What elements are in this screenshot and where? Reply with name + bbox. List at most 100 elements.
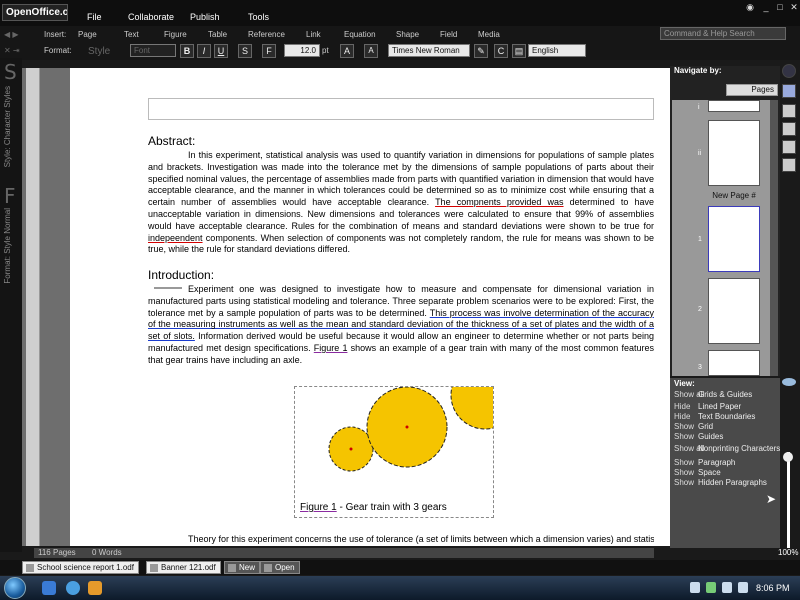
view-action[interactable]: Show [674, 478, 698, 487]
style-label[interactable]: Style [88, 46, 110, 57]
insert-reference[interactable]: Reference [248, 30, 285, 39]
font-label[interactable]: Font [130, 44, 176, 57]
format-style-label[interactable]: Format: Style Normal [3, 208, 12, 284]
lock-icon[interactable] [690, 582, 700, 593]
character-styles-label[interactable]: Style: Character Styles [3, 86, 12, 167]
caption-figure-link[interactable]: Figure 1 [300, 502, 337, 513]
view-row-text-boundaries[interactable]: Hide Text Boundaries [674, 412, 755, 421]
menu-collaborate[interactable]: Collaborate [128, 12, 174, 22]
network-icon[interactable] [706, 582, 716, 593]
new-page-label[interactable]: New Page # [708, 191, 760, 200]
figure-icon[interactable] [782, 158, 796, 172]
open-tab-button[interactable]: Open [260, 561, 300, 574]
browser-icon[interactable] [66, 581, 80, 595]
view-row-hidden-paragraphs[interactable]: Show Hidden Paragraphs [674, 478, 767, 487]
indent-button[interactable]: F [262, 44, 276, 58]
theory-paragraph[interactable]: Theory for this experiment concerns the … [188, 534, 654, 544]
intro-figure-link[interactable]: Figure 1 [314, 343, 348, 353]
help-icon[interactable]: ◉ [744, 2, 756, 13]
text-icon[interactable] [782, 104, 796, 118]
insert-page[interactable]: Page [78, 30, 97, 39]
highlight-icon[interactable]: ▤ [512, 44, 526, 58]
shrink-font-button[interactable]: A [364, 44, 378, 58]
page-thumbnail[interactable] [708, 350, 760, 376]
view-row-guides[interactable]: Show Guides [674, 432, 723, 441]
abstract-underline-1[interactable]: The compnents provided was [435, 197, 563, 207]
grow-font-button[interactable]: A [340, 44, 354, 58]
battery-icon[interactable] [722, 582, 732, 593]
underline-button[interactable]: U [214, 44, 228, 58]
view-action[interactable]: Show all [674, 444, 704, 453]
view-action[interactable]: Show [674, 458, 698, 467]
insert-field[interactable]: Field [440, 30, 457, 39]
view-action[interactable]: Hide [674, 412, 698, 421]
navigator-scrollbar[interactable] [770, 100, 778, 376]
view-title: View: [674, 379, 695, 388]
page-thumbnail[interactable] [708, 278, 760, 344]
insert-figure[interactable]: Figure [164, 30, 187, 39]
language-field[interactable]: English [528, 44, 586, 57]
abstract-underline-2[interactable]: indepeendent [148, 233, 203, 243]
view-action[interactable]: Show [674, 422, 698, 431]
color-icon[interactable]: C [494, 44, 508, 58]
close-icon[interactable]: ✕ [788, 2, 800, 13]
tab-school-science-report[interactable]: School science report 1.odf [22, 561, 139, 574]
page-thumbnail[interactable] [708, 120, 760, 186]
document-page[interactable]: Abstract: In this experiment, statistica… [70, 68, 670, 546]
media-icon[interactable] [88, 581, 102, 595]
brush-icon[interactable]: ✎ [474, 44, 488, 58]
volume-icon[interactable] [738, 582, 748, 593]
view-row-nonprinting[interactable]: Show allNonprinting Characters [674, 444, 780, 453]
insert-table[interactable]: Table [208, 30, 227, 39]
insert-text[interactable]: Text [124, 30, 139, 39]
zoom-slider[interactable] [787, 452, 790, 548]
view-row-paragraph[interactable]: Show Paragraph [674, 458, 735, 467]
new-tab-button[interactable]: New [224, 561, 261, 574]
menu-publish[interactable]: Publish [190, 12, 220, 22]
menu-tools[interactable]: Tools [248, 12, 269, 22]
back-icon[interactable]: ◀ ▶ [4, 30, 19, 39]
close-format-icon[interactable]: ✕ ⇥ [4, 46, 20, 55]
figure-frame[interactable] [294, 360, 520, 518]
view-row-lined-paper[interactable]: Hide Lined Paper [674, 402, 741, 411]
maximize-icon[interactable]: □ [774, 2, 786, 13]
pages-icon[interactable] [782, 84, 796, 98]
view-action[interactable]: Show all [674, 390, 704, 399]
zoom-slider-handle[interactable] [783, 452, 793, 462]
view-action[interactable]: Show [674, 468, 698, 477]
table-icon[interactable] [782, 140, 796, 154]
page-thumbnail-current[interactable] [708, 206, 760, 272]
insert-equation[interactable]: Equation [344, 30, 376, 39]
font-name-field[interactable]: Times New Roman [388, 44, 470, 57]
view-row-grid[interactable]: Show Grid [674, 422, 713, 431]
pages-button[interactable]: Pages [726, 84, 778, 96]
abstract-paragraph[interactable]: In this experiment, statistical analysis… [148, 150, 654, 256]
page-thumbnail[interactable] [708, 100, 760, 112]
minimize-icon[interactable]: _ [760, 2, 772, 13]
font-size-field[interactable]: 12.0 [284, 44, 320, 57]
view-row-space[interactable]: Show Space [674, 468, 721, 477]
command-search-input[interactable]: Command & Help Search [660, 27, 786, 40]
globe-icon[interactable] [782, 64, 796, 78]
format-f-icon[interactable]: F [4, 184, 16, 208]
tab-banner[interactable]: Banner 121.odf [146, 561, 221, 574]
view-action[interactable]: Hide [674, 402, 698, 411]
insert-link[interactable]: Link [306, 30, 321, 39]
eye-icon[interactable] [782, 378, 796, 386]
introduction-paragraph[interactable]: Experiment one was designed to investiga… [148, 284, 654, 367]
insert-shape[interactable]: Shape [396, 30, 419, 39]
start-button[interactable] [4, 577, 26, 599]
clock[interactable]: 8:06 PM [756, 583, 790, 593]
menu-file[interactable]: File [87, 12, 102, 22]
view-row-grids-guides[interactable]: Show allGrids & Guides [674, 390, 752, 399]
strike-button[interactable]: S [238, 44, 252, 58]
bold-button[interactable]: B [180, 44, 194, 58]
style-s-icon[interactable]: S [4, 60, 17, 84]
italic-button[interactable]: I [197, 44, 211, 58]
style-icon[interactable] [782, 122, 796, 136]
header-box[interactable] [148, 98, 654, 120]
insert-media[interactable]: Media [478, 30, 500, 39]
view-action[interactable]: Show [674, 432, 698, 441]
explorer-icon[interactable] [42, 581, 56, 595]
zoom-level[interactable]: 100% [778, 548, 798, 557]
